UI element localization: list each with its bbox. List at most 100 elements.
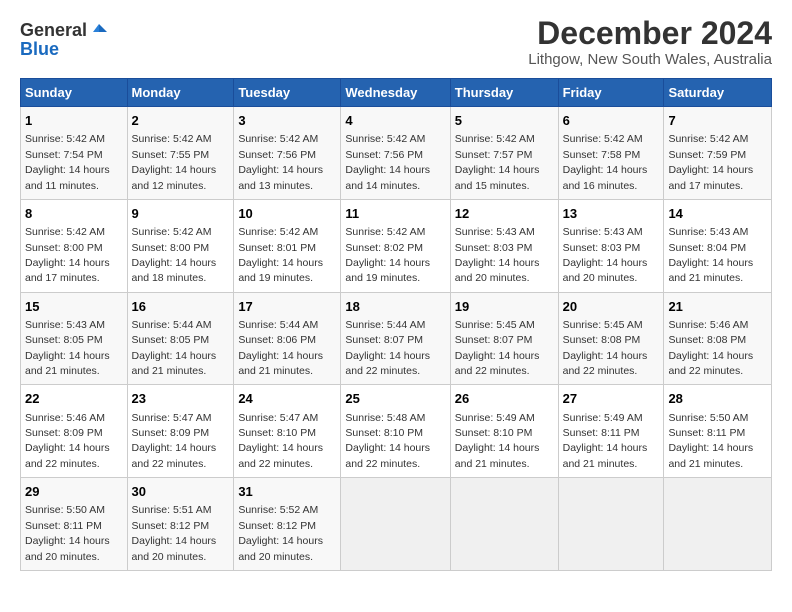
day-number: 10 xyxy=(238,205,336,223)
day-info: Sunrise: 5:49 AM Sunset: 8:10 PM Dayligh… xyxy=(455,412,540,470)
day-cell: 12 Sunrise: 5:43 AM Sunset: 8:03 PM Dayli… xyxy=(450,199,558,292)
day-number: 14 xyxy=(668,205,767,223)
logo-general-text: General xyxy=(20,20,87,41)
day-info: Sunrise: 5:43 AM Sunset: 8:04 PM Dayligh… xyxy=(668,226,753,284)
day-info: Sunrise: 5:52 AM Sunset: 8:12 PM Dayligh… xyxy=(238,504,323,562)
day-info: Sunrise: 5:42 AM Sunset: 7:55 PM Dayligh… xyxy=(132,133,217,191)
day-info: Sunrise: 5:45 AM Sunset: 8:08 PM Dayligh… xyxy=(563,319,648,377)
day-number: 8 xyxy=(25,205,123,223)
day-number: 2 xyxy=(132,112,230,130)
day-info: Sunrise: 5:50 AM Sunset: 8:11 PM Dayligh… xyxy=(668,412,753,470)
day-number: 27 xyxy=(563,390,660,408)
day-cell: 18 Sunrise: 5:44 AM Sunset: 8:07 PM Dayli… xyxy=(341,292,450,385)
week-row-4: 29 Sunrise: 5:50 AM Sunset: 8:11 PM Dayli… xyxy=(21,478,772,571)
day-info: Sunrise: 5:42 AM Sunset: 7:56 PM Dayligh… xyxy=(238,133,323,191)
day-number: 22 xyxy=(25,390,123,408)
header-row: Sunday Monday Tuesday Wednesday Thursday… xyxy=(21,79,772,107)
col-tuesday: Tuesday xyxy=(234,79,341,107)
day-cell xyxy=(664,478,772,571)
day-cell: 9Sunrise: 5:42 AM Sunset: 8:00 PM Daylig… xyxy=(127,199,234,292)
col-sunday: Sunday xyxy=(21,79,128,107)
day-number: 4 xyxy=(345,112,445,130)
day-info: Sunrise: 5:45 AM Sunset: 8:07 PM Dayligh… xyxy=(455,319,540,377)
day-info: Sunrise: 5:44 AM Sunset: 8:05 PM Dayligh… xyxy=(132,319,217,377)
day-cell: 5 Sunrise: 5:42 AM Sunset: 7:57 PM Daylig… xyxy=(450,107,558,200)
day-number: 18 xyxy=(345,298,445,316)
day-cell: 19 Sunrise: 5:45 AM Sunset: 8:07 PM Dayli… xyxy=(450,292,558,385)
day-info: Sunrise: 5:50 AM Sunset: 8:11 PM Dayligh… xyxy=(25,504,110,562)
day-cell: 16 Sunrise: 5:44 AM Sunset: 8:05 PM Dayli… xyxy=(127,292,234,385)
day-info: Sunrise: 5:42 AM Sunset: 8:00 PM Dayligh… xyxy=(25,226,110,284)
day-info: Sunrise: 5:43 AM Sunset: 8:03 PM Dayligh… xyxy=(455,226,540,284)
day-number: 24 xyxy=(238,390,336,408)
day-cell: 30Sunrise: 5:51 AM Sunset: 8:12 PM Dayli… xyxy=(127,478,234,571)
day-cell: 29 Sunrise: 5:50 AM Sunset: 8:11 PM Dayli… xyxy=(21,478,128,571)
day-number: 25 xyxy=(345,390,445,408)
day-number: 5 xyxy=(455,112,554,130)
day-number: 19 xyxy=(455,298,554,316)
day-number: 17 xyxy=(238,298,336,316)
col-friday: Friday xyxy=(558,79,664,107)
day-number: 12 xyxy=(455,205,554,223)
day-cell: 27 Sunrise: 5:49 AM Sunset: 8:11 PM Dayli… xyxy=(558,385,664,478)
day-number: 20 xyxy=(563,298,660,316)
week-row-2: 15Sunrise: 5:43 AM Sunset: 8:05 PM Dayli… xyxy=(21,292,772,385)
day-info: Sunrise: 5:42 AM Sunset: 7:57 PM Dayligh… xyxy=(455,133,540,191)
day-cell: 10 Sunrise: 5:42 AM Sunset: 8:01 PM Dayli… xyxy=(234,199,341,292)
day-cell: 28Sunrise: 5:50 AM Sunset: 8:11 PM Dayli… xyxy=(664,385,772,478)
day-number: 11 xyxy=(345,205,445,223)
day-number: 1 xyxy=(25,112,123,130)
day-cell: 7Sunrise: 5:42 AM Sunset: 7:59 PM Daylig… xyxy=(664,107,772,200)
header: General Blue December 2024 Lithgow, New … xyxy=(20,16,772,68)
week-row-3: 22Sunrise: 5:46 AM Sunset: 8:09 PM Dayli… xyxy=(21,385,772,478)
day-cell xyxy=(341,478,450,571)
day-cell: 24 Sunrise: 5:47 AM Sunset: 8:10 PM Dayli… xyxy=(234,385,341,478)
day-info: Sunrise: 5:43 AM Sunset: 8:05 PM Dayligh… xyxy=(25,319,110,377)
day-number: 23 xyxy=(132,390,230,408)
day-cell: 4 Sunrise: 5:42 AM Sunset: 7:56 PM Daylig… xyxy=(341,107,450,200)
day-cell: 21 Sunrise: 5:46 AM Sunset: 8:08 PM Dayli… xyxy=(664,292,772,385)
day-cell: 3 Sunrise: 5:42 AM Sunset: 7:56 PM Daylig… xyxy=(234,107,341,200)
day-cell: 6 Sunrise: 5:42 AM Sunset: 7:58 PM Daylig… xyxy=(558,107,664,200)
day-number: 31 xyxy=(238,483,336,501)
day-number: 13 xyxy=(563,205,660,223)
calendar-table: Sunday Monday Tuesday Wednesday Thursday… xyxy=(20,78,772,571)
day-number: 30 xyxy=(132,483,230,501)
day-cell: 2 Sunrise: 5:42 AM Sunset: 7:55 PM Daylig… xyxy=(127,107,234,200)
day-info: Sunrise: 5:44 AM Sunset: 8:06 PM Dayligh… xyxy=(238,319,323,377)
day-cell xyxy=(450,478,558,571)
day-info: Sunrise: 5:43 AM Sunset: 8:03 PM Dayligh… xyxy=(563,226,648,284)
day-number: 16 xyxy=(132,298,230,316)
day-cell: 11 Sunrise: 5:42 AM Sunset: 8:02 PM Dayli… xyxy=(341,199,450,292)
day-number: 21 xyxy=(668,298,767,316)
day-info: Sunrise: 5:42 AM Sunset: 8:02 PM Dayligh… xyxy=(345,226,430,284)
day-number: 3 xyxy=(238,112,336,130)
day-cell xyxy=(558,478,664,571)
col-monday: Monday xyxy=(127,79,234,107)
day-info: Sunrise: 5:49 AM Sunset: 8:11 PM Dayligh… xyxy=(563,412,648,470)
day-info: Sunrise: 5:42 AM Sunset: 7:56 PM Dayligh… xyxy=(345,133,430,191)
day-info: Sunrise: 5:47 AM Sunset: 8:09 PM Dayligh… xyxy=(132,412,217,470)
day-cell: 25 Sunrise: 5:48 AM Sunset: 8:10 PM Dayli… xyxy=(341,385,450,478)
day-info: Sunrise: 5:47 AM Sunset: 8:10 PM Dayligh… xyxy=(238,412,323,470)
day-number: 6 xyxy=(563,112,660,130)
day-info: Sunrise: 5:46 AM Sunset: 8:08 PM Dayligh… xyxy=(668,319,753,377)
day-cell: 31 Sunrise: 5:52 AM Sunset: 8:12 PM Dayli… xyxy=(234,478,341,571)
day-cell: 14 Sunrise: 5:43 AM Sunset: 8:04 PM Dayli… xyxy=(664,199,772,292)
day-cell: 1 Sunrise: 5:42 AM Sunset: 7:54 PM Daylig… xyxy=(21,107,128,200)
title-section: December 2024 Lithgow, New South Wales, … xyxy=(528,16,772,68)
month-title: December 2024 xyxy=(528,16,772,51)
day-info: Sunrise: 5:42 AM Sunset: 7:58 PM Dayligh… xyxy=(563,133,648,191)
day-info: Sunrise: 5:44 AM Sunset: 8:07 PM Dayligh… xyxy=(345,319,430,377)
location-title: Lithgow, New South Wales, Australia xyxy=(528,51,772,68)
day-info: Sunrise: 5:42 AM Sunset: 7:54 PM Dayligh… xyxy=(25,133,110,191)
day-info: Sunrise: 5:48 AM Sunset: 8:10 PM Dayligh… xyxy=(345,412,430,470)
week-row-0: 1 Sunrise: 5:42 AM Sunset: 7:54 PM Daylig… xyxy=(21,107,772,200)
day-cell: 26Sunrise: 5:49 AM Sunset: 8:10 PM Dayli… xyxy=(450,385,558,478)
logo: General Blue xyxy=(20,16,107,60)
logo-bird-icon xyxy=(89,22,107,40)
day-info: Sunrise: 5:42 AM Sunset: 8:01 PM Dayligh… xyxy=(238,226,323,284)
day-number: 29 xyxy=(25,483,123,501)
day-info: Sunrise: 5:42 AM Sunset: 8:00 PM Dayligh… xyxy=(132,226,217,284)
day-number: 7 xyxy=(668,112,767,130)
